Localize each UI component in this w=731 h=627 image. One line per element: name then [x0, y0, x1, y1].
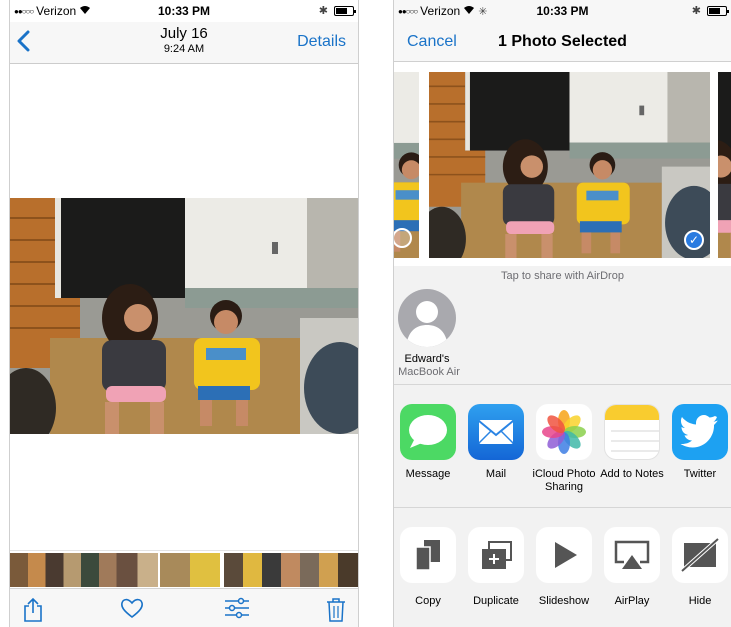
filmstrip-thumb[interactable]	[224, 553, 358, 587]
main-photo[interactable]	[10, 198, 358, 434]
share-app-mail[interactable]: Mail	[461, 404, 531, 481]
app-label: Add to Notes	[600, 468, 664, 480]
airdrop-contacts: Edward's MacBook Air	[394, 285, 731, 385]
status-bar: ●●○○○ Verizon ✳ 10:33 PM ✱	[394, 0, 731, 22]
nav-bar: July 16 9:24 AM Details	[10, 22, 358, 64]
share-app-icloud-photo-sharing[interactable]: iCloud Photo Sharing	[529, 404, 599, 494]
filmstrip-thumb[interactable]	[10, 553, 158, 587]
photo-thumb-previous[interactable]	[394, 72, 419, 258]
share-nav-bar: Cancel 1 Photo Selected	[394, 22, 731, 62]
icloud-photos-icon	[536, 404, 592, 460]
photo-filmstrip[interactable]	[10, 550, 358, 588]
selection-title: 1 Photo Selected	[498, 33, 627, 50]
heart-icon[interactable]	[120, 597, 146, 621]
action-label: Duplicate	[473, 595, 519, 607]
bluetooth-icon: ✱	[691, 5, 701, 17]
trash-icon[interactable]	[326, 597, 352, 622]
status-right: ✱	[318, 4, 356, 17]
app-label: Message	[405, 468, 451, 480]
bluetooth-icon: ✱	[318, 5, 328, 17]
status-time: 10:33 PM	[536, 4, 589, 18]
photo-thumb-next[interactable]	[718, 72, 731, 258]
copy-icon	[400, 527, 456, 583]
share-actions-row: Copy Duplicate Slideshow AirPlay Hide	[394, 509, 731, 627]
battery-icon	[334, 5, 356, 16]
photo-viewer-screen: ●●○○○ Verizon 10:33 PM ✱ July 16 9:24 AM…	[9, 0, 359, 627]
status-bar: ●●○○○ Verizon 10:33 PM ✱	[10, 0, 358, 22]
share-sheet-screen: ●●○○○ Verizon ✳ 10:33 PM ✱ Cancel 1 Phot…	[393, 0, 731, 627]
person-silhouette-icon[interactable]	[398, 289, 456, 347]
app-label: Twitter	[683, 468, 717, 480]
app-label: Mail	[485, 468, 507, 480]
mail-icon	[468, 404, 524, 460]
details-button[interactable]: Details	[297, 33, 346, 51]
share-app-twitter[interactable]: Twitter	[665, 404, 731, 481]
airdrop-contact[interactable]: Edward's MacBook Air	[394, 285, 464, 385]
airdrop-hint: Tap to share with AirDrop	[501, 270, 624, 282]
action-label: Slideshow	[538, 595, 590, 607]
photo-toolbar	[10, 588, 358, 627]
action-label: AirPlay	[614, 595, 650, 607]
filmstrip-thumb-current[interactable]	[160, 553, 220, 587]
action-label: Copy	[415, 595, 441, 607]
contact-name: Edward's	[404, 353, 450, 365]
status-right: ✱	[691, 4, 729, 17]
action-airplay[interactable]: AirPlay	[597, 527, 667, 607]
share-app-message[interactable]: Message	[394, 404, 463, 481]
checkmark-icon[interactable]: ✓	[684, 230, 704, 250]
message-icon	[400, 404, 456, 460]
photo-thumb-selected[interactable]: ✓	[429, 72, 710, 258]
share-icon[interactable]	[22, 597, 48, 622]
action-slideshow[interactable]: Slideshow	[529, 527, 599, 607]
slideshow-icon	[536, 527, 592, 583]
notes-icon	[604, 404, 660, 460]
status-time: 10:33 PM	[157, 4, 211, 18]
action-label: Hide	[688, 595, 712, 607]
share-app-add-to-notes[interactable]: Add to Notes	[597, 404, 667, 481]
photo-picker-strip[interactable]: ✓	[394, 62, 731, 266]
action-copy[interactable]: Copy	[394, 527, 463, 607]
duplicate-icon	[468, 527, 524, 583]
share-apps-row: Message Mail iCloud Photo Sharing Add to…	[394, 386, 731, 508]
adjust-icon[interactable]	[224, 597, 250, 621]
app-label: iCloud Photo Sharing	[532, 468, 596, 493]
twitter-icon	[672, 404, 728, 460]
action-duplicate[interactable]: Duplicate	[461, 527, 531, 607]
airplay-icon	[604, 527, 660, 583]
action-hide[interactable]: Hide	[665, 527, 731, 607]
hide-icon	[672, 527, 728, 583]
battery-icon	[707, 5, 729, 16]
contact-device: MacBook Air	[398, 366, 460, 378]
